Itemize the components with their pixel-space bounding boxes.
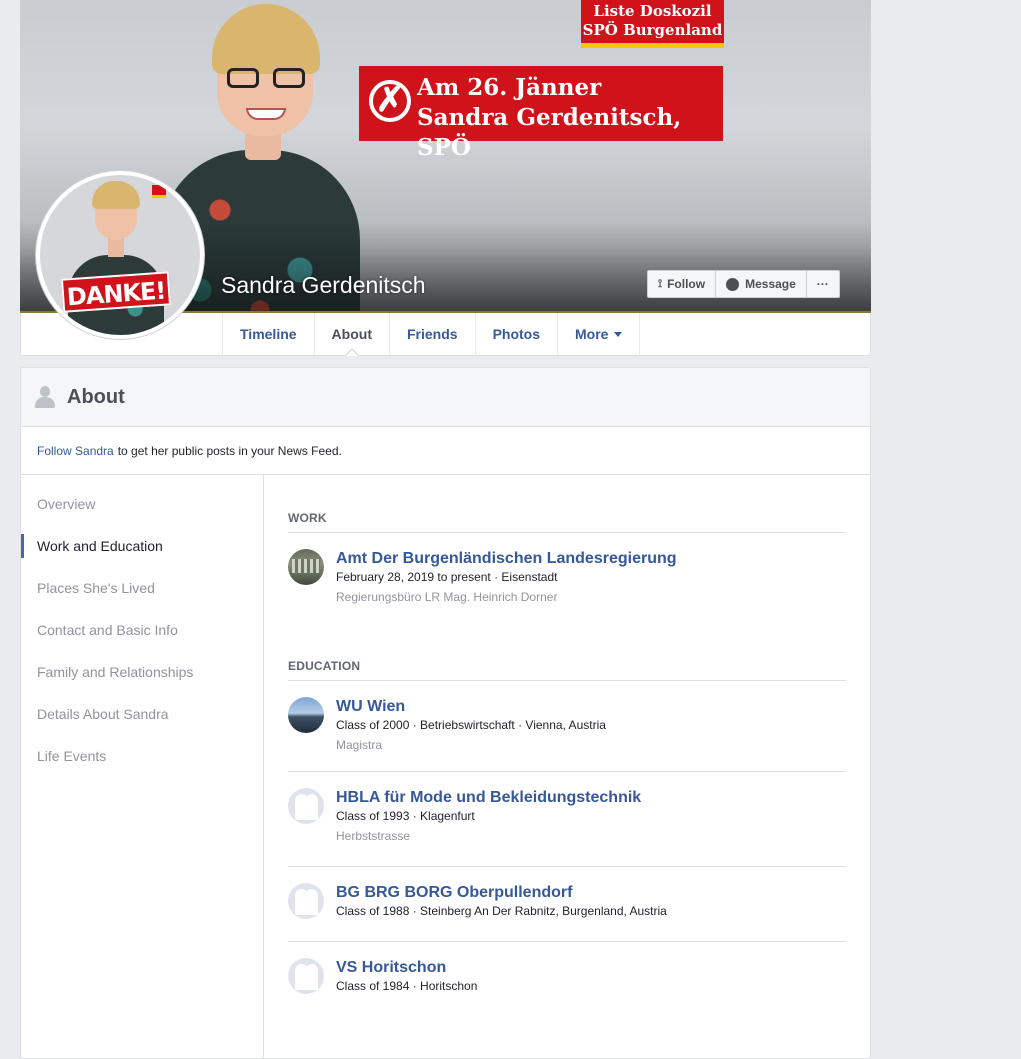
profile-name[interactable]: Sandra Gerdenitsch bbox=[221, 272, 426, 299]
education-entry: BG BRG BORG Oberpullendorf Class of 1988… bbox=[288, 866, 846, 941]
work-entry: Amt Der Burgenländischen Landesregierung… bbox=[288, 549, 846, 623]
message-label: Message bbox=[745, 277, 796, 291]
nav-contact-info[interactable]: Contact and Basic Info bbox=[21, 609, 263, 651]
profile-picture-image: DANKE! bbox=[40, 175, 200, 335]
messenger-icon bbox=[726, 277, 740, 291]
tab-more[interactable]: More bbox=[558, 313, 641, 355]
profile-tabs: Timeline About Friends Photos More bbox=[222, 313, 641, 356]
nav-work-and-education[interactable]: Work and Education bbox=[21, 525, 263, 567]
follow-note: Follow Sandra to get her public posts in… bbox=[21, 427, 870, 475]
tab-photos[interactable]: Photos bbox=[476, 313, 559, 355]
school-placeholder-icon[interactable] bbox=[288, 788, 324, 824]
party-list-line-1: Liste Doskozil bbox=[593, 2, 712, 20]
ballot-cross-icon: ✗ bbox=[369, 80, 411, 122]
nav-family-relationships[interactable]: Family and Relationships bbox=[21, 651, 263, 693]
work-dates: February 28, 2019 to present · Eisenstad… bbox=[336, 570, 558, 584]
nav-life-events[interactable]: Life Events bbox=[21, 735, 263, 777]
school-title[interactable]: WU Wien bbox=[336, 697, 606, 717]
school-title[interactable]: VS Horitschon bbox=[336, 958, 477, 978]
school-thumbnail[interactable] bbox=[288, 697, 324, 733]
cover-person-hair bbox=[212, 4, 320, 74]
school-title[interactable]: HBLA für Mode und Bekleidungstechnik bbox=[336, 788, 641, 808]
about-content: WORK Amt Der Burgenländischen Landesregi… bbox=[288, 475, 846, 1012]
nav-overview[interactable]: Overview bbox=[21, 483, 263, 525]
election-banner: ✗ Am 26. Jänner Sandra Gerdenitsch, SPÖ bbox=[359, 66, 723, 161]
profile-picture[interactable]: DANKE! bbox=[36, 171, 204, 339]
cover-person-glasses bbox=[227, 68, 305, 90]
user-icon bbox=[35, 386, 55, 408]
work-position: Regierungsbüro LR Mag. Heinrich Dorner bbox=[336, 590, 558, 604]
ellipsis-icon: ··· bbox=[816, 277, 829, 291]
election-banner-line-2: Sandra Gerdenitsch, SPÖ bbox=[417, 104, 682, 161]
work-heading: WORK bbox=[288, 511, 846, 533]
cover-action-group: ⟟ Follow Message ··· bbox=[647, 270, 840, 298]
rss-icon: ⟟ bbox=[658, 277, 663, 290]
school-details: Class of 2000 · Betriebswirtschaft · Vie… bbox=[336, 718, 606, 732]
education-entry: HBLA für Mode und Bekleidungstechnik Cla… bbox=[288, 771, 846, 866]
school-degree: Magistra bbox=[336, 738, 383, 752]
avatar-flag bbox=[152, 185, 166, 198]
avatar-badge: DANKE! bbox=[60, 271, 172, 313]
school-details: Class of 1984 · Horitschon bbox=[336, 979, 478, 993]
follow-sandra-link[interactable]: Follow Sandra bbox=[37, 444, 114, 458]
school-details: Class of 1988 · Steinberg An Der Rabnitz… bbox=[336, 904, 667, 918]
about-title: About bbox=[67, 385, 125, 408]
tab-friends[interactable]: Friends bbox=[390, 313, 476, 355]
party-list-line-2: SPÖ Burgenland bbox=[582, 21, 723, 39]
avatar-hair bbox=[92, 181, 140, 209]
school-placeholder-icon[interactable] bbox=[288, 958, 324, 994]
cover-person-mouth bbox=[246, 108, 286, 120]
more-options-button[interactable]: ··· bbox=[807, 271, 839, 297]
follow-label: Follow bbox=[667, 277, 706, 291]
workplace-thumbnail[interactable] bbox=[288, 549, 324, 585]
education-heading: EDUCATION bbox=[288, 659, 846, 681]
follow-note-text: to get her public posts in your News Fee… bbox=[117, 443, 342, 458]
school-details: Class of 1993 · Klagenfurt bbox=[336, 809, 475, 823]
school-title[interactable]: BG BRG BORG Oberpullendorf bbox=[336, 883, 667, 903]
work-title[interactable]: Amt Der Burgenländischen Landesregierung bbox=[336, 549, 677, 569]
nav-details[interactable]: Details About Sandra bbox=[21, 693, 263, 735]
party-list-banner: Liste Doskozil SPÖ Burgenland bbox=[581, 0, 724, 48]
education-entry: WU Wien Class of 2000 · Betriebswirtscha… bbox=[288, 697, 846, 771]
tab-about[interactable]: About bbox=[315, 313, 390, 356]
follow-button[interactable]: ⟟ Follow bbox=[648, 271, 717, 297]
about-nav: Overview Work and Education Places She's… bbox=[21, 475, 264, 1058]
school-address: Herbststrasse bbox=[336, 829, 411, 843]
about-header: About bbox=[21, 368, 870, 427]
nav-places-lived[interactable]: Places She's Lived bbox=[21, 567, 263, 609]
education-entry: VS Horitschon Class of 1984 · Horitschon bbox=[288, 941, 846, 1012]
about-card: About Follow Sandra to get her public po… bbox=[20, 367, 871, 1059]
tab-more-label: More bbox=[575, 326, 609, 342]
caret-down-icon bbox=[614, 331, 623, 337]
tab-timeline[interactable]: Timeline bbox=[223, 313, 315, 355]
school-placeholder-icon[interactable] bbox=[288, 883, 324, 919]
election-banner-line-1: Am 26. Jänner bbox=[417, 74, 602, 101]
message-button[interactable]: Message bbox=[716, 271, 807, 297]
